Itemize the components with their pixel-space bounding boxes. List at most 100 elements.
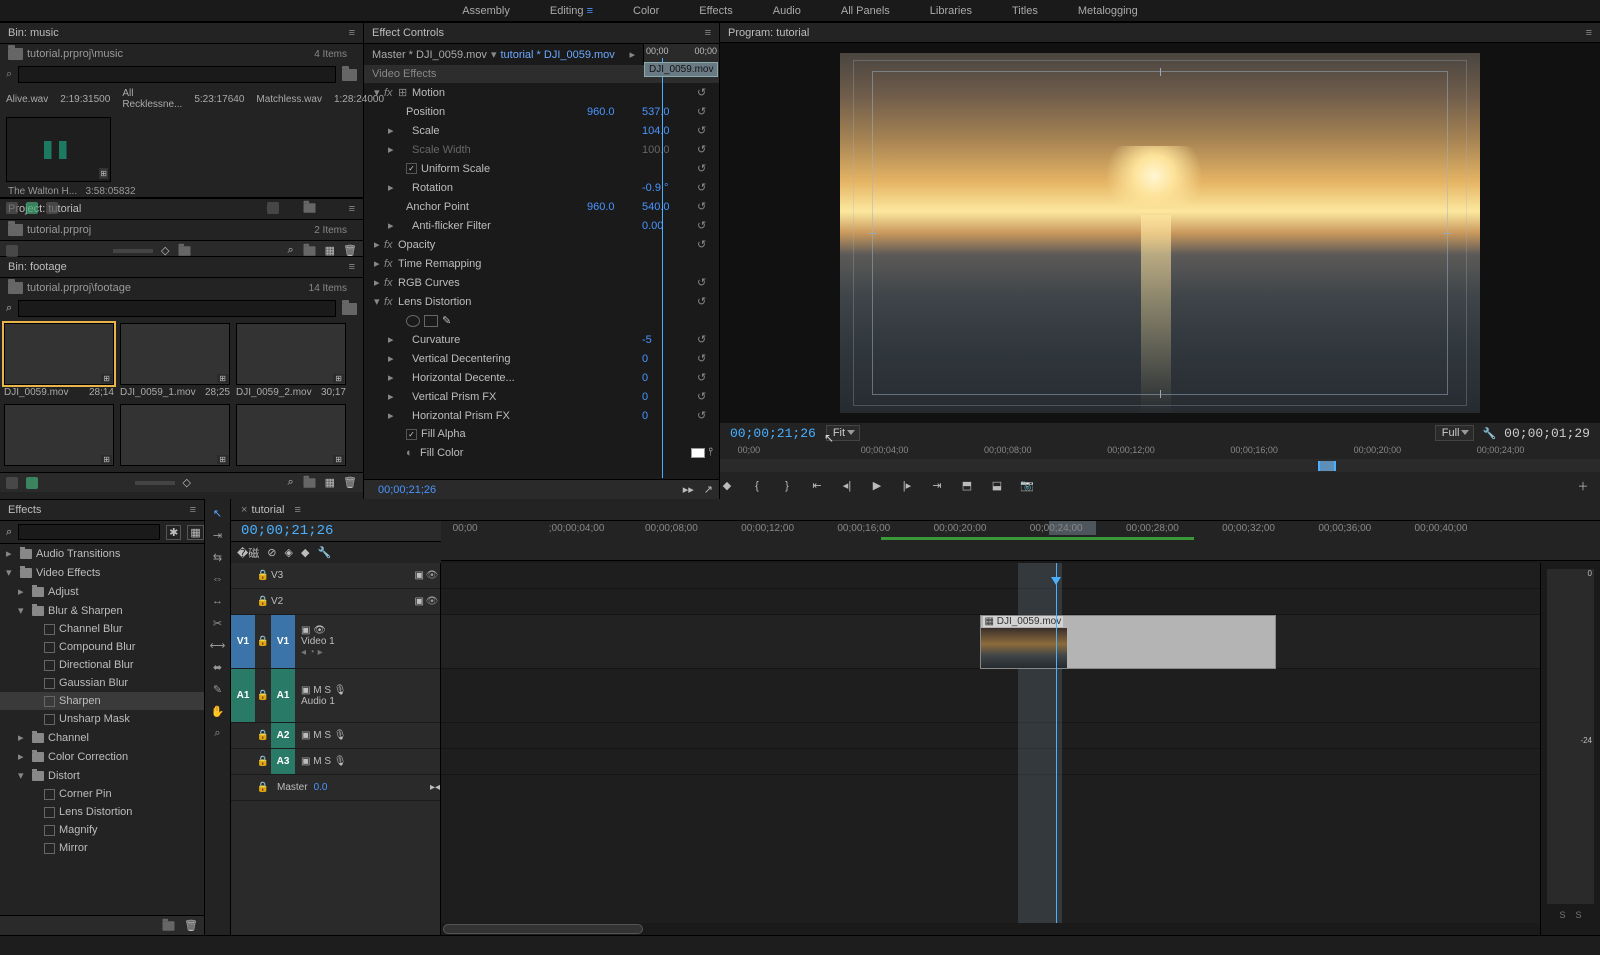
fx-preset[interactable]: Compound Blur: [0, 638, 204, 656]
wrench-icon[interactable]: 🔧: [1482, 427, 1496, 440]
ws-assembly[interactable]: Assembly: [462, 5, 510, 17]
rolling-tool[interactable]: ⇔: [210, 571, 226, 587]
track-v2[interactable]: V2: [271, 596, 283, 607]
program-monitor[interactable]: [720, 43, 1600, 423]
thumb-size-slider[interactable]: [135, 481, 175, 485]
fx-preset[interactable]: Magnify: [0, 821, 204, 839]
lensdistortion-effect[interactable]: Lens Distortion: [398, 296, 697, 308]
fx-preset[interactable]: Channel Blur: [0, 620, 204, 638]
ec-clip-chip[interactable]: DJI_0059.mov: [644, 62, 718, 77]
slide-tool[interactable]: ⬌: [210, 659, 226, 675]
fx-preset[interactable]: Gaussian Blur: [0, 674, 204, 692]
mask-rect-icon[interactable]: [424, 315, 438, 327]
ws-color[interactable]: Color: [633, 5, 659, 17]
fx-folder[interactable]: ▸Color Correction: [0, 747, 204, 766]
footage-thumb[interactable]: ⊞ DJI_0059_1.mov28;25: [120, 323, 230, 398]
fx-folder[interactable]: ▾Blur & Sharpen: [0, 601, 204, 620]
timeremap-effect[interactable]: Time Remapping: [398, 258, 713, 270]
flicker-v[interactable]: 0.00: [642, 220, 697, 232]
toggle-only-icon[interactable]: ▸▸: [683, 483, 694, 496]
selection-tool[interactable]: ↖: [210, 505, 226, 521]
fx-folder[interactable]: ▸Audio Transitions: [0, 544, 204, 563]
mask-ellipse-icon[interactable]: [406, 315, 420, 327]
motion-effect[interactable]: Motion: [412, 87, 697, 99]
wrench-icon[interactable]: 🔧: [317, 546, 331, 559]
fx-preset[interactable]: Corner Pin: [0, 785, 204, 803]
fx-folder[interactable]: ▾Video Effects: [0, 563, 204, 582]
footage-thumb[interactable]: ⊞: [4, 404, 114, 468]
bin-footage-search[interactable]: [18, 300, 336, 317]
bin-footage-header[interactable]: Bin: footage≡: [0, 256, 363, 278]
timeline-playhead[interactable]: [1056, 563, 1057, 935]
snap-icon[interactable]: �磁: [237, 545, 259, 561]
footage-thumb[interactable]: ⊞ DJI_0059.mov28;14: [4, 323, 114, 398]
fx-preset[interactable]: Mirror: [0, 839, 204, 857]
marker-icon[interactable]: ◈: [285, 546, 293, 559]
extract-icon[interactable]: ⬓: [990, 479, 1004, 493]
export-frame-icon[interactable]: 📷: [1020, 479, 1034, 493]
ripple-tool[interactable]: ⇆: [210, 549, 226, 565]
panel-menu-icon[interactable]: ≡: [294, 504, 300, 516]
track-v3[interactable]: V3: [271, 570, 283, 581]
step-fwd-icon[interactable]: |▸: [900, 479, 914, 493]
sequence-tab[interactable]: × tutorial ≡: [231, 499, 1600, 521]
export-icon[interactable]: ↗: [704, 483, 713, 496]
thumb-size-slider[interactable]: [113, 249, 153, 253]
button-editor-icon[interactable]: ＋: [1576, 479, 1590, 493]
fx-folder[interactable]: ▸Channel: [0, 728, 204, 747]
ws-allpanels[interactable]: All Panels: [841, 5, 890, 17]
rotation-v[interactable]: -0.9 °: [642, 182, 697, 194]
eyedropper-icon[interactable]: ⫯: [708, 446, 713, 459]
panel-menu-icon[interactable]: ≡: [349, 27, 355, 39]
bin-music-search[interactable]: [18, 66, 336, 83]
ws-editing[interactable]: Editing ≡: [550, 5, 593, 17]
razor-tool[interactable]: ✂: [210, 615, 226, 631]
track-select-tool[interactable]: ⇥: [210, 527, 226, 543]
icon-view-icon[interactable]: [26, 202, 38, 214]
track-a2[interactable]: A2: [271, 723, 295, 748]
rgbcurves-effect[interactable]: RGB Curves: [398, 277, 697, 289]
curv-v[interactable]: -5: [642, 334, 697, 346]
new-bin-icon[interactable]: [163, 921, 175, 931]
lift-icon[interactable]: ⬒: [960, 479, 974, 493]
timeline-canvas[interactable]: ▦ DJI_0059.mov: [441, 563, 1540, 935]
effects-panel-header[interactable]: Effects≡: [0, 499, 204, 521]
effect-controls-header[interactable]: Effect Controls≡: [364, 22, 719, 44]
linked-sel-icon[interactable]: ⊘: [267, 546, 276, 559]
ec-playhead[interactable]: [662, 58, 663, 478]
ws-audio[interactable]: Audio: [773, 5, 801, 17]
ec-master-crumb[interactable]: Master * DJI_0059.mov: [372, 49, 487, 61]
zoom-tool[interactable]: ⌕: [210, 725, 226, 741]
freeform-icon[interactable]: [46, 202, 58, 214]
fx-folder[interactable]: ▾Distort: [0, 766, 204, 785]
set-out-icon[interactable]: }: [780, 479, 794, 493]
chevron-right-icon[interactable]: ▸: [629, 48, 635, 61]
uniform-checkbox[interactable]: ✓: [406, 163, 417, 174]
program-timecode[interactable]: 00;00;21;26: [730, 426, 816, 441]
new-bin-icon[interactable]: [342, 69, 357, 81]
icon-view-icon[interactable]: [26, 477, 38, 489]
list-view-icon[interactable]: [6, 477, 18, 489]
slip-tool[interactable]: ⟷: [210, 637, 226, 653]
eye-icon[interactable]: 👁: [424, 570, 440, 581]
pos-y[interactable]: 537.0: [642, 106, 697, 118]
resolution-dropdown[interactable]: Full: [1435, 425, 1475, 441]
footage-thumb[interactable]: ⊞: [120, 404, 230, 468]
fx-folder[interactable]: ▸Adjust: [0, 582, 204, 601]
ec-clip-crumb[interactable]: tutorial * DJI_0059.mov: [500, 49, 614, 61]
ec-timecode[interactable]: 00;00;21;26: [370, 478, 444, 502]
track-a1-target[interactable]: A1: [271, 669, 295, 722]
mask-pen-icon[interactable]: ✎: [442, 314, 451, 327]
track-v1-target[interactable]: V1: [271, 615, 295, 668]
new-bin-icon[interactable]: [342, 303, 357, 315]
toggle-output-icon[interactable]: ▣: [415, 570, 424, 581]
hand-tool[interactable]: ✋: [210, 703, 226, 719]
anchor-y[interactable]: 540.0: [642, 201, 697, 213]
timeline-hscroll[interactable]: [443, 924, 643, 934]
list-view-icon[interactable]: [6, 202, 18, 214]
ws-titles[interactable]: Titles: [1012, 5, 1038, 17]
track-master[interactable]: Master: [271, 782, 314, 793]
pen-tool[interactable]: ✎: [210, 681, 226, 697]
rate-stretch-tool[interactable]: ↔: [210, 593, 226, 609]
ws-effects[interactable]: Effects: [699, 5, 732, 17]
